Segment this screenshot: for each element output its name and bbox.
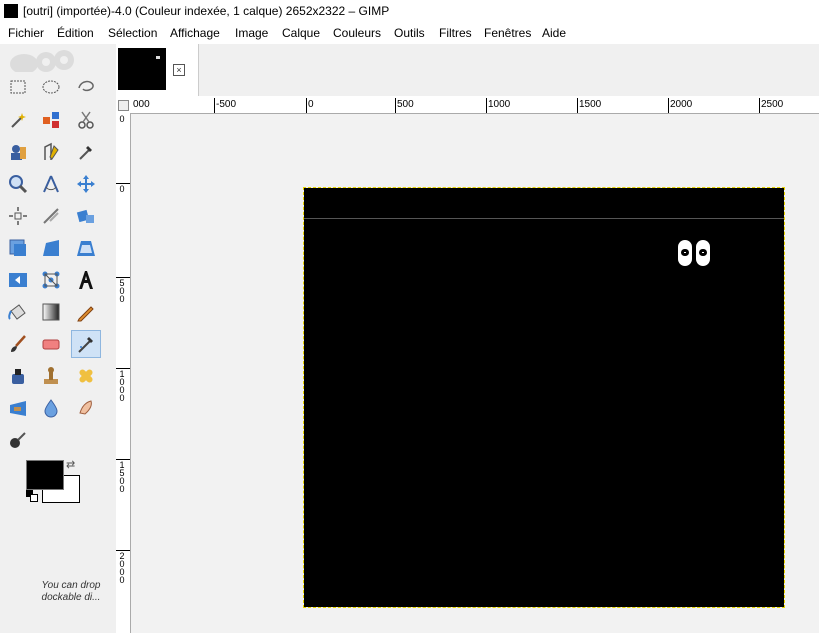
menu-fichier[interactable]: Fichier (8, 26, 44, 40)
ruler-label: -500 (216, 99, 237, 110)
gradient-icon[interactable] (36, 298, 66, 326)
vertical-ruler[interactable]: 0 0 5 0 0 1 0 0 0 1 5 0 0 2 0 0 0 (116, 113, 131, 633)
menu-outils[interactable]: Outils (394, 26, 425, 40)
clone-icon[interactable] (36, 362, 66, 390)
app-window-icon (4, 4, 18, 18)
menu-fenetres[interactable]: Fenêtres (484, 26, 531, 40)
layer-boundary (303, 187, 785, 608)
ruler-label: 0 (308, 99, 314, 110)
eraser-icon[interactable] (36, 330, 66, 358)
ruler-label: 2 0 0 0 (119, 551, 125, 585)
rotate-icon[interactable] (3, 234, 33, 262)
wilber-logo-icon (10, 50, 74, 72)
bucket-fill-icon[interactable] (3, 298, 33, 326)
blur-icon[interactable] (36, 394, 66, 422)
ruler-label: 1000 (488, 99, 511, 110)
menu-calque[interactable]: Calque (282, 26, 320, 40)
swap-colors-icon[interactable]: ⇄ (66, 458, 75, 471)
paths-icon[interactable] (36, 138, 66, 166)
rect-select-icon[interactable] (3, 73, 33, 101)
title-bar: [outri] (importée)-4.0 (Couleur indexée,… (0, 0, 819, 23)
scissors-icon[interactable] (71, 106, 101, 134)
paintbrush-icon[interactable] (3, 330, 33, 358)
window-title: [outri] (importée)-4.0 (Couleur indexée,… (23, 4, 390, 18)
ink-icon[interactable] (3, 362, 33, 390)
flip-icon[interactable] (3, 266, 33, 294)
ruler-label: 1500 (579, 99, 602, 110)
ruler-label: 1 0 0 0 (119, 369, 125, 403)
select-by-color-icon[interactable] (36, 106, 66, 134)
zoom-icon[interactable] (3, 170, 33, 198)
ruler-label: 2000 (670, 99, 693, 110)
ruler-label: 2500 (761, 99, 784, 110)
menu-bar: Fichier Édition Sélection Affichage Imag… (0, 23, 819, 44)
toolbox: ⇄ You can drop dockable di... (0, 44, 117, 633)
align-icon[interactable] (3, 202, 33, 230)
perspective-clone-icon[interactable] (3, 394, 33, 422)
smudge-icon[interactable] (71, 394, 101, 422)
foreground-select-icon[interactable] (3, 138, 33, 166)
ruler-label: 0 (119, 114, 125, 124)
dock-hint-text: You can drop dockable di... (41, 580, 101, 603)
menu-filtres[interactable]: Filtres (439, 26, 472, 40)
ruler-label: 000 (133, 99, 150, 110)
image-tabs-bar: × (116, 44, 819, 97)
menu-affichage[interactable]: Affichage (170, 26, 220, 40)
dodge-burn-icon[interactable] (3, 426, 33, 454)
crop-icon[interactable] (36, 202, 66, 230)
cage-icon[interactable] (36, 266, 66, 294)
unified-transform-icon[interactable] (71, 202, 101, 230)
perspective-icon[interactable] (71, 234, 101, 262)
image-tab[interactable]: × (116, 44, 199, 96)
airbrush-icon[interactable] (71, 330, 101, 358)
color-picker-icon[interactable] (71, 138, 101, 166)
free-select-icon[interactable] (71, 73, 101, 101)
ruler-label: 0 (119, 184, 125, 194)
navigate-icon[interactable] (118, 100, 129, 111)
text-icon[interactable] (71, 266, 101, 294)
foreground-color-swatch[interactable] (26, 460, 64, 490)
ruler-label: 1 5 0 0 (119, 460, 125, 494)
measure-icon[interactable] (36, 170, 66, 198)
menu-couleurs[interactable]: Couleurs (333, 26, 381, 40)
ruler-label: 5 0 0 (119, 278, 125, 304)
menu-aide[interactable]: Aide (542, 26, 566, 40)
close-tab-icon[interactable]: × (173, 64, 185, 76)
image-thumbnail (118, 48, 166, 90)
scale-icon[interactable] (36, 234, 66, 262)
ellipse-select-icon[interactable] (36, 73, 66, 101)
pencil-icon[interactable] (71, 298, 101, 326)
menu-selection[interactable]: Sélection (108, 26, 157, 40)
reset-colors-icon[interactable] (26, 490, 38, 502)
move-icon[interactable] (71, 170, 101, 198)
menu-edition[interactable]: Édition (57, 26, 94, 40)
fuzzy-select-icon[interactable] (3, 106, 33, 134)
ruler-label: 500 (397, 99, 414, 110)
horizontal-ruler[interactable]: 000 -500 0 500 1000 1500 2000 2500 (130, 96, 819, 114)
menu-image[interactable]: Image (235, 26, 268, 40)
heal-icon[interactable] (71, 362, 101, 390)
